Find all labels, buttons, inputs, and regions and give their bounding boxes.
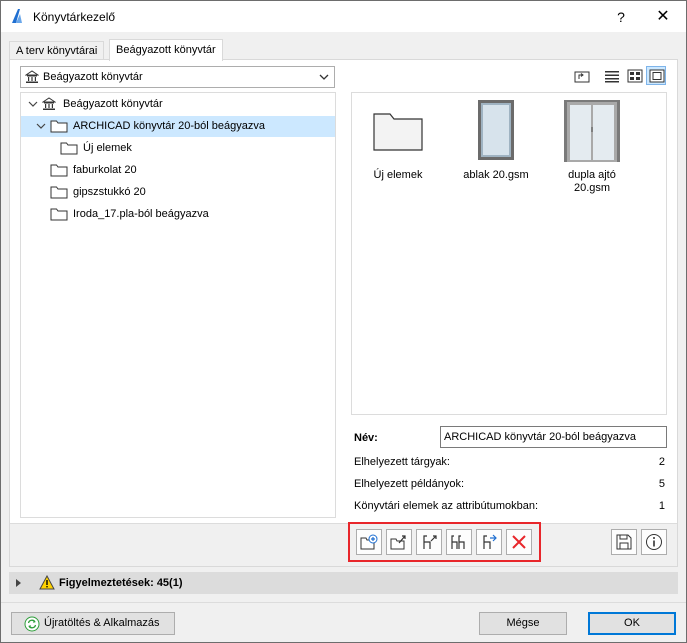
chevron-right-icon[interactable]: [15, 578, 23, 588]
attribute-elements-value: 1: [658, 500, 665, 512]
tree-item-label: Beágyazott könyvtár: [63, 98, 163, 110]
library-icon: [25, 70, 39, 83]
tree-item-archicad-library[interactable]: ARCHICAD könyvtár 20-ból beágyazva: [21, 116, 335, 137]
close-button[interactable]: ✕: [645, 5, 681, 29]
library-select-value: Beágyazott könyvtár: [43, 71, 143, 83]
warnings-bar[interactable]: Figyelmeztetések: 45(1): [9, 572, 678, 594]
tree-item-label: faburkolat 20: [73, 164, 137, 176]
placed-instances-value: 5: [658, 478, 665, 490]
help-button[interactable]: ?: [603, 5, 639, 29]
attribute-elements-label: Könyvtári elemek az attribútumokban:: [354, 500, 539, 512]
preview-view-button[interactable]: [646, 66, 666, 85]
preview-item-double-door[interactable]: dupla ajtó 20.gsm: [552, 99, 632, 199]
folder-icon: [50, 208, 68, 221]
up-folder-icon: [574, 71, 590, 83]
preview-item-label: Új elemek: [373, 169, 423, 181]
tree-item-new-elements[interactable]: Új elemek: [21, 138, 335, 159]
preview-item-window[interactable]: ablak 20.gsm: [456, 99, 536, 199]
save-library-button[interactable]: [611, 529, 637, 555]
folder-icon: [60, 142, 78, 155]
title-bar: Könyvtárkezelő ? ✕: [1, 1, 686, 32]
library-tree[interactable]: Beágyazott könyvtár ARCHICAD könyvtár 20…: [20, 92, 336, 518]
library-icon: [42, 97, 56, 110]
tab-panel: Beágyazott könyvtár Beágyazott könyvtár: [9, 59, 678, 567]
preview-item-label: dupla ajtó 20.gsm: [568, 169, 616, 194]
reload-icon: [24, 616, 40, 632]
placed-objects-label: Elhelyezett tárgyak:: [354, 456, 450, 468]
save-library-icon: [616, 534, 632, 550]
tab-project-libraries[interactable]: A terv könyvtárai: [9, 41, 105, 60]
folder-icon: [50, 164, 68, 177]
action-toolbar: [10, 523, 677, 566]
placed-objects-value: 2: [658, 456, 665, 468]
name-field[interactable]: ARCHICAD könyvtár 20-ból beágyazva: [440, 426, 667, 448]
folder-icon: [373, 113, 423, 151]
warnings-label: Figyelmeztetések: 45(1): [59, 577, 183, 589]
cancel-button[interactable]: Mégse: [479, 612, 567, 635]
window-title: Könyvtárkezelő: [33, 10, 116, 24]
chevron-down-icon[interactable]: [36, 120, 46, 132]
info-icon: [646, 534, 662, 550]
chevron-down-icon: [319, 74, 329, 80]
warning-icon: [39, 575, 55, 590]
folder-icon: [50, 186, 68, 199]
ok-button[interactable]: OK: [588, 612, 676, 635]
reload-apply-button[interactable]: Újratöltés & Alkalmazás: [11, 612, 175, 635]
grid-view-button[interactable]: [624, 66, 644, 85]
tree-item-root[interactable]: Beágyazott könyvtár: [21, 94, 335, 115]
tree-item-gipszstukko[interactable]: gipszstukkó 20: [21, 182, 335, 203]
tree-item-label: ARCHICAD könyvtár 20-ból beágyazva: [73, 120, 265, 132]
tab-embedded-library[interactable]: Beágyazott könyvtár: [109, 39, 223, 61]
placed-instances-label: Elhelyezett példányok:: [354, 478, 465, 490]
name-label: Név:: [354, 432, 378, 444]
preview-item-label: ablak 20.gsm: [463, 169, 529, 181]
preview-area[interactable]: Új elemek ablak 20.gsm dupla ajtó 20.gsm: [351, 92, 667, 415]
tree-item-label: Iroda_17.pla-ból beágyazva: [73, 208, 209, 220]
highlight-box: [348, 522, 541, 562]
footer-separator: [1, 602, 686, 603]
library-select[interactable]: Beágyazott könyvtár: [20, 66, 335, 88]
preview-view-icon: [649, 69, 665, 83]
list-view-button[interactable]: [601, 66, 621, 85]
window-icon: [478, 100, 514, 160]
tree-item-faburkolat[interactable]: faburkolat 20: [21, 160, 335, 181]
tree-item-label: gipszstukkó 20: [73, 186, 146, 198]
up-folder-button[interactable]: [571, 66, 591, 85]
tree-item-label: Új elemek: [83, 142, 132, 154]
info-button[interactable]: [641, 529, 667, 555]
grid-view-icon: [627, 69, 643, 83]
chevron-down-icon[interactable]: [28, 98, 38, 110]
archicad-logo-icon: [12, 9, 22, 23]
library-manager-dialog: Könyvtárkezelő ? ✕ A terv könyvtárai Beá…: [0, 0, 687, 643]
reload-apply-label: Újratöltés & Alkalmazás: [44, 617, 160, 629]
folder-icon: [50, 120, 68, 133]
double-door-icon: [564, 100, 620, 162]
list-view-icon: [605, 71, 619, 83]
preview-item-new-elements[interactable]: Új elemek: [358, 99, 438, 199]
tree-item-iroda[interactable]: Iroda_17.pla-ból beágyazva: [21, 204, 335, 225]
